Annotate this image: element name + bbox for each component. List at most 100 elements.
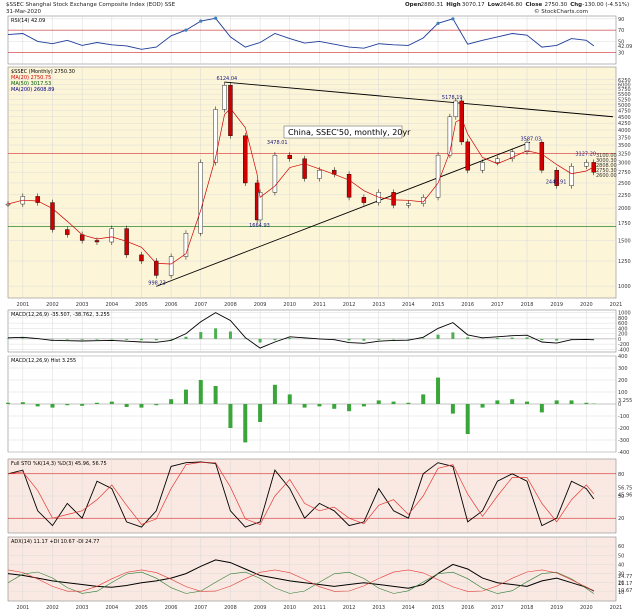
stock-chart: $SSEC Shanghai Stock Exchange Composite … bbox=[5, 2, 632, 611]
x-tick-label: 2017 bbox=[491, 302, 504, 308]
y-tick-label: 200 bbox=[618, 378, 628, 384]
y-tick-label: 90 bbox=[618, 17, 624, 23]
hist-bar bbox=[569, 400, 574, 404]
macd-hist-bar bbox=[258, 338, 262, 343]
x-tick-label: 2005 bbox=[135, 302, 148, 308]
rsi-point bbox=[451, 17, 455, 21]
candle bbox=[222, 85, 227, 110]
candle bbox=[447, 116, 453, 156]
y-tick-label: 300 bbox=[618, 366, 628, 372]
candle bbox=[213, 109, 218, 163]
hist-bar bbox=[243, 404, 248, 443]
price-annotation: 3478.01 bbox=[267, 140, 288, 146]
ma-legend: MA(200) 2608.89 bbox=[11, 87, 54, 93]
x-tick-label: 2020 bbox=[580, 302, 593, 308]
x-tick-label: 2015 bbox=[432, 302, 445, 308]
macd-hist-bar bbox=[436, 334, 440, 339]
y-tick-label: 600 bbox=[618, 321, 628, 327]
x-tick-label: 2010 bbox=[283, 302, 296, 308]
hist-bar bbox=[20, 402, 25, 404]
candle bbox=[317, 169, 322, 179]
y-tick-label: -300 bbox=[618, 438, 629, 444]
hist-bar bbox=[35, 404, 40, 407]
hist-bar bbox=[258, 404, 263, 422]
price-annotation: 3127.20 bbox=[575, 152, 596, 158]
y-tick-label: 800 bbox=[618, 316, 628, 322]
ohlc-value: 3070.17 bbox=[462, 2, 485, 8]
candle bbox=[5, 203, 11, 206]
ohlc-value: 2750.30 bbox=[545, 2, 568, 8]
y-tick-label: 400 bbox=[618, 326, 628, 332]
y-tick-label: 1250 bbox=[618, 259, 631, 265]
macd-hist-bar bbox=[347, 338, 351, 341]
macd-hist-bar bbox=[288, 338, 292, 339]
candle bbox=[139, 254, 144, 262]
macd-hist-bar bbox=[50, 338, 54, 340]
x-tick-label: 2011 bbox=[313, 605, 326, 611]
x-tick-label: 2002 bbox=[46, 605, 59, 611]
price-annotation: 5178.19 bbox=[442, 95, 463, 101]
y-tick-label: 4250 bbox=[618, 121, 631, 127]
y-tick-label: 3250 bbox=[618, 151, 631, 157]
y-tick-label: 200 bbox=[618, 332, 628, 338]
candle bbox=[539, 142, 545, 171]
macd-hist-bar bbox=[139, 338, 143, 341]
hist-bar bbox=[317, 404, 322, 407]
macd-hist-bar bbox=[451, 332, 455, 339]
macd-hist-bar bbox=[80, 338, 84, 340]
x-tick-label: 2012 bbox=[343, 302, 356, 308]
x-tick-label: 2011 bbox=[313, 302, 326, 308]
price-annotation: 2440.91 bbox=[546, 180, 567, 186]
x-tick-label: 2004 bbox=[105, 605, 118, 611]
panel-rsi: 30507090RSI(14) 42.0942.09 bbox=[7, 15, 632, 65]
y-tick-label: 1000 bbox=[618, 284, 631, 290]
macd-hist-bar bbox=[184, 336, 188, 339]
candle bbox=[453, 100, 459, 117]
panel-stoch: 205080Full STO %K(14,3) %D(3) 45.96, 56.… bbox=[7, 458, 632, 534]
adx-last-label: 10.67 bbox=[618, 588, 632, 594]
hist-bar bbox=[510, 399, 515, 404]
y-tick-label: -200 bbox=[618, 342, 629, 348]
hist-bar bbox=[376, 400, 381, 404]
hist-bar bbox=[332, 404, 337, 409]
hist-last-label: 3.255 bbox=[618, 398, 632, 404]
hist-bar bbox=[347, 404, 352, 412]
x-tick-label: 2007 bbox=[194, 605, 207, 611]
macd-hist-bar bbox=[154, 338, 158, 341]
x-tick-label: 2008 bbox=[224, 302, 237, 308]
macd-hist-bar bbox=[21, 338, 25, 339]
candle bbox=[65, 229, 70, 235]
hist-bar bbox=[302, 404, 307, 408]
rsi-point bbox=[436, 21, 440, 25]
x-tick-label: 2009 bbox=[254, 605, 267, 611]
macd-hist-bar bbox=[65, 338, 69, 340]
adx-last-label: 11.17 bbox=[618, 581, 632, 587]
y-tick-label: 4500 bbox=[618, 115, 631, 121]
y-tick-label: 3750 bbox=[618, 135, 631, 141]
candle bbox=[50, 202, 55, 230]
price-label: 2600.00 bbox=[596, 173, 617, 179]
candle bbox=[465, 141, 470, 171]
brand-text: © StockCharts.com bbox=[534, 8, 588, 15]
ohlc-value: 2880.31 bbox=[421, 2, 444, 8]
x-tick-label: 2020 bbox=[580, 605, 593, 611]
x-tick-label: 2007 bbox=[194, 302, 207, 308]
candle bbox=[361, 197, 367, 203]
price-annotation: 6124.04 bbox=[217, 76, 238, 82]
y-tick-label: 4000 bbox=[618, 128, 631, 134]
x-tick-label: 2016 bbox=[461, 302, 474, 308]
ohlc-value: -130.00 (-4.51%) bbox=[582, 2, 629, 8]
ohlc-key: Close bbox=[526, 2, 543, 8]
x-tick-label: 2014 bbox=[402, 605, 415, 611]
panel-adx: 102030405060ADX(14) 11.17 +DI 10.67 -DI … bbox=[7, 536, 632, 611]
x-tick-label: 2018 bbox=[521, 302, 534, 308]
y-tick-label: 100 bbox=[618, 390, 628, 396]
x-tick-label: 2009 bbox=[254, 302, 267, 308]
x-tick-label: 2015 bbox=[432, 605, 445, 611]
x-tick-label: 2019 bbox=[550, 302, 563, 308]
x-tick-label: 2002 bbox=[46, 302, 59, 308]
y-tick-label: 0 bbox=[618, 337, 621, 343]
y-tick-label: 50 bbox=[618, 553, 624, 559]
macd-hist-bar bbox=[525, 337, 529, 339]
hist-bar bbox=[169, 399, 174, 404]
